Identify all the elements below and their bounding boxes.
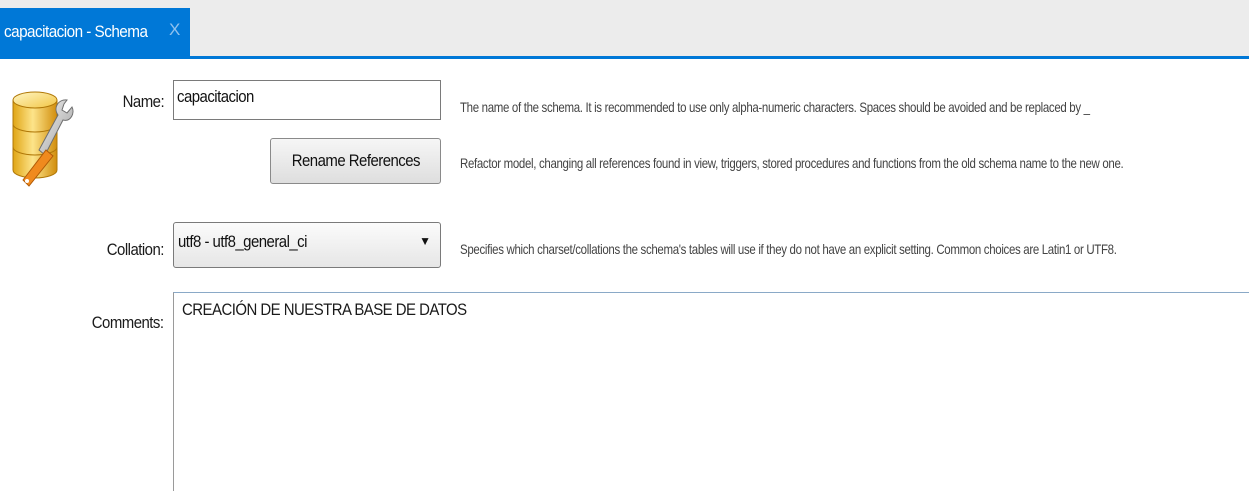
name-label: Name: <box>122 92 165 111</box>
collation-hint: Specifies which charset/collations the s… <box>460 241 1117 257</box>
schema-tab[interactable]: capacitacion - Schema X <box>0 8 190 56</box>
collation-label: Collation: <box>106 240 165 259</box>
schema-tab-title: capacitacion - Schema <box>4 22 148 41</box>
schema-name-input[interactable]: capacitacion <box>173 80 441 120</box>
chevron-down-icon: ▼ <box>419 234 431 248</box>
schema-name-value: capacitacion <box>177 87 254 106</box>
comments-textarea[interactable]: CREACIÓN DE NUESTRA BASE DE DATOS <box>173 292 1249 491</box>
name-hint: The name of the schema. It is recommende… <box>460 99 1090 115</box>
close-icon[interactable]: X <box>169 20 180 40</box>
comments-label: Comments: <box>92 313 164 332</box>
database-wrench-icon <box>12 91 74 187</box>
rename-references-label: Rename References <box>291 151 420 170</box>
comments-value: CREACIÓN DE NUESTRA BASE DE DATOS <box>182 300 467 319</box>
collation-select[interactable]: utf8 - utf8_general_ci ▼ <box>173 222 441 268</box>
rename-hint: Refactor model, changing all references … <box>460 155 1124 171</box>
collation-value: utf8 - utf8_general_ci <box>178 232 307 251</box>
editor-tab-bar: capacitacion - Schema X <box>0 0 1249 59</box>
rename-references-button[interactable]: Rename References <box>270 138 441 184</box>
